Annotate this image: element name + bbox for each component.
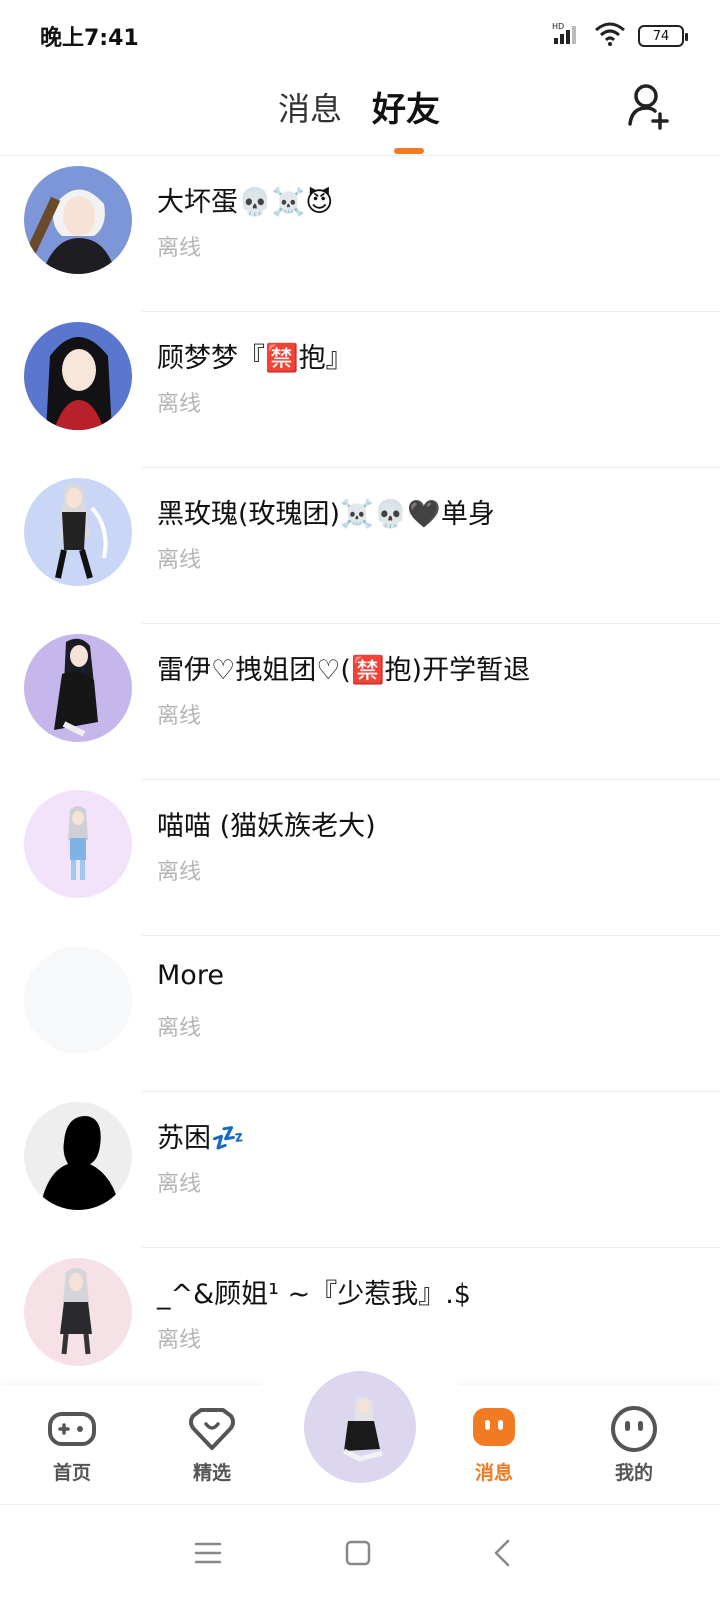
friend-row[interactable]: 雷伊♡拽姐团♡(🈲抱)开学暂退 离线 [0,624,720,780]
avatar[interactable] [24,166,132,274]
avatar[interactable] [24,322,132,430]
avatar[interactable] [24,790,132,898]
wifi-icon [594,22,626,50]
friend-name: 黑玫瑰(玫瑰团)☠️💀🖤单身 [157,499,495,530]
friend-name: 顾梦梦『🈲抱』 [157,343,353,374]
network-type-label: HD [552,22,564,31]
friend-row[interactable]: 黑玫瑰(玫瑰团)☠️💀🖤单身 离线 [0,468,720,624]
friend-row[interactable]: 苏困💤 离线 [0,1092,720,1248]
battery-indicator: 74 [638,25,688,47]
status-bar: 晚上7:41 HD 74 [0,0,720,68]
nav-label: 消息 [474,1462,513,1484]
message-icon [469,1404,519,1454]
friend-status: 离线 [157,1328,202,1353]
friend-name: More [157,960,224,991]
friend-name: 喵喵 (猫妖族老大) [157,811,376,842]
friend-name: 大坏蛋💀☠️😈 [157,187,334,218]
friend-status: 离线 [157,392,202,417]
nav-home[interactable]: 首页 [32,1404,112,1485]
avatar[interactable] [24,1102,132,1210]
friend-name: 苏困💤 [157,1123,245,1154]
friend-row[interactable]: 喵喵 (猫妖族老大) 离线 [0,780,720,936]
friend-status: 离线 [157,1172,202,1197]
friend-row[interactable]: 顾梦梦『🈲抱』 离线 [0,312,720,468]
nav-label: 我的 [614,1462,653,1484]
friend-status: 离线 [157,860,202,885]
friend-name: _^&顾姐¹ ~『少惹我』.$ [157,1279,471,1310]
gamepad-icon [47,1404,97,1454]
heart-badge-icon [187,1404,237,1454]
friend-row[interactable]: More 离线 [0,936,720,1092]
menu-icon[interactable] [190,1535,226,1571]
center-avatar-button[interactable] [304,1371,416,1483]
status-time: 晚上7:41 [40,26,139,51]
home-square-icon[interactable] [340,1535,376,1571]
friend-status: 离线 [157,236,202,261]
friend-status: 离线 [157,704,202,729]
friend-status: 离线 [157,548,202,573]
friend-status: 离线 [157,1016,202,1041]
nav-label: 首页 [52,1462,91,1484]
nav-label: 精选 [192,1462,231,1484]
add-person-icon [628,84,669,130]
avatar[interactable] [24,1258,132,1366]
friend-row[interactable]: 大坏蛋💀☠️😈 离线 [0,156,720,312]
tab-friends[interactable]: 好友 [372,82,440,131]
status-icons: HD 74 [552,22,688,50]
signal-icon: HD [552,22,582,50]
add-friend-button[interactable] [626,82,676,132]
system-nav-bar [0,1504,720,1600]
friend-list: 大坏蛋💀☠️😈 离线 顾梦梦『🈲抱』 离线 黑玫瑰(玫瑰团)☠️💀🖤单身 离线 … [0,156,720,1404]
avatar[interactable] [24,478,132,586]
nav-messages[interactable]: 消息 [454,1404,534,1485]
back-icon[interactable] [486,1535,522,1571]
tab-messages[interactable]: 消息 [278,84,342,130]
avatar[interactable] [24,946,132,1054]
active-tab-indicator [394,148,424,154]
face-icon [609,1404,659,1454]
friend-name: 雷伊♡拽姐团♡(🈲抱)开学暂退 [157,655,531,686]
nav-featured[interactable]: 精选 [172,1404,252,1485]
nav-profile[interactable]: 我的 [594,1404,674,1485]
header: 消息 好友 [0,68,720,156]
avatar[interactable] [24,634,132,742]
